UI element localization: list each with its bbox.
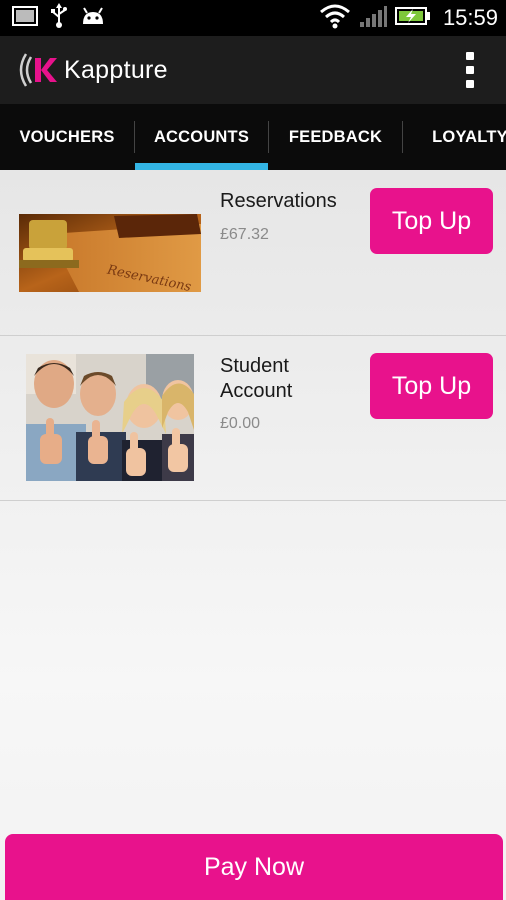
tab-accounts[interactable]: ACCOUNTS — [135, 104, 268, 170]
signal-icon — [359, 4, 387, 33]
selected-tab-indicator — [135, 163, 268, 170]
gallery-icon — [12, 5, 38, 31]
account-name: Student Account — [220, 355, 293, 402]
action-bar: Kappture — [0, 36, 506, 104]
tab-bar: VOUCHERS ACCOUNTS FEEDBACK LOYALTY — [0, 104, 506, 170]
tab-vouchers[interactable]: VOUCHERS — [0, 104, 134, 170]
battery-charging-icon — [394, 6, 431, 31]
overflow-dot-icon — [466, 66, 474, 74]
kappture-logo — [16, 48, 60, 92]
account-balance: £0.00 — [220, 415, 261, 432]
tab-feedback[interactable]: FEEDBACK — [269, 104, 402, 170]
app-title: Kappture — [64, 56, 168, 84]
android-icon — [80, 6, 106, 31]
status-bar: 15:59 — [0, 0, 506, 36]
account-name: Reservations — [220, 190, 337, 212]
account-row-student[interactable]: Student Account £0.00 Top Up — [0, 336, 506, 501]
account-balance: £67.32 — [220, 226, 269, 243]
wifi-icon — [319, 3, 351, 34]
account-row-reservations[interactable]: Reservations Reservations £67.32 Top Up — [0, 170, 506, 336]
pay-now-button[interactable]: Pay Now — [5, 834, 503, 900]
top-up-button[interactable]: Top Up — [370, 353, 493, 419]
overflow-dot-icon — [466, 52, 474, 60]
reservations-image: Reservations — [19, 214, 201, 295]
student-account-image — [26, 354, 194, 481]
overflow-dot-icon — [466, 80, 474, 88]
status-time: 15:59 — [442, 5, 498, 30]
overflow-menu-button[interactable] — [464, 52, 476, 88]
tab-loyalty[interactable]: LOYALTY — [403, 104, 506, 170]
top-up-button[interactable]: Top Up — [370, 188, 493, 254]
usb-icon — [50, 2, 68, 34]
